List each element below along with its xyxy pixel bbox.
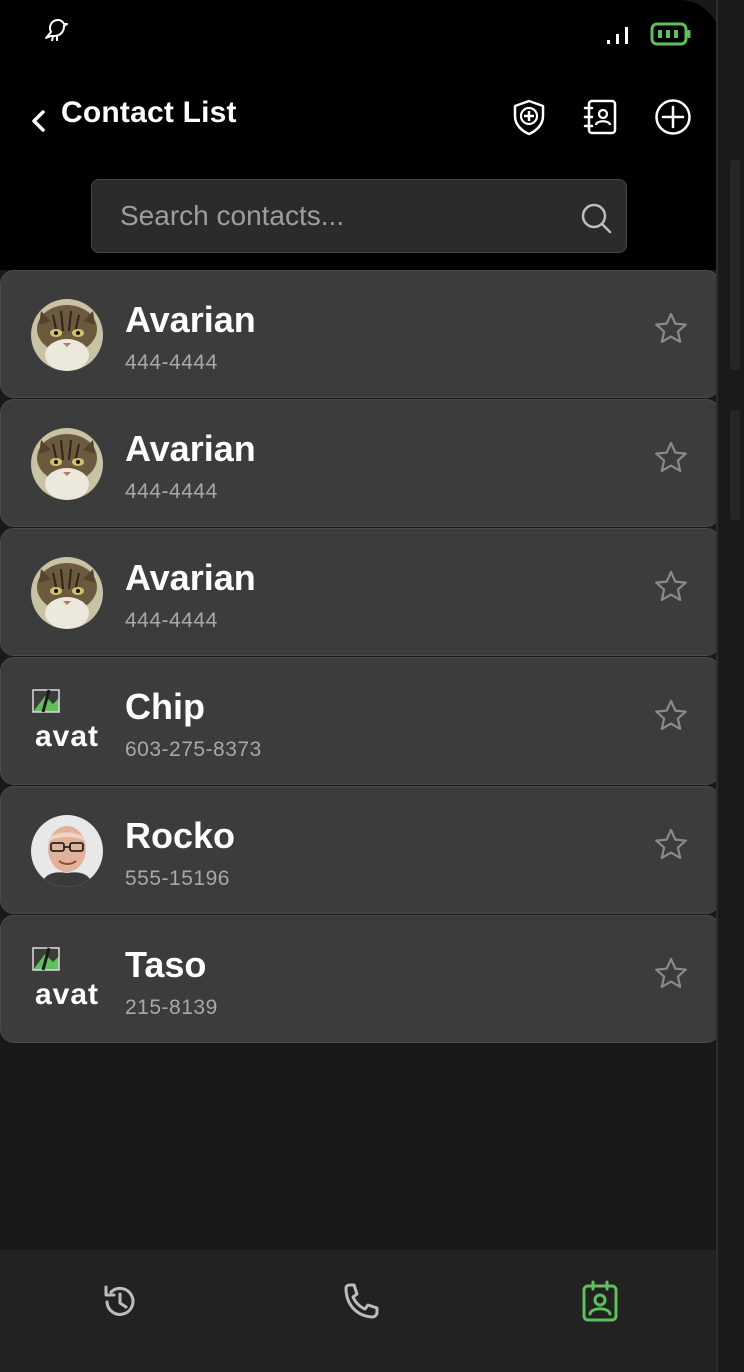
contact-phone: 444-4444 — [125, 351, 218, 374]
contact-row[interactable]: avat Chip 603-275-8373 — [0, 657, 720, 785]
volume-button — [730, 160, 740, 370]
favorite-star-icon[interactable] — [653, 827, 689, 868]
search-box[interactable] — [91, 179, 627, 253]
avatar — [31, 815, 103, 887]
phone-icon[interactable] — [338, 1280, 382, 1324]
contact-phone: 555-15196 — [125, 867, 230, 890]
contact-row[interactable]: Avarian 444-4444 — [0, 270, 720, 398]
contact-name: Taso — [125, 944, 207, 985]
history-icon[interactable] — [98, 1280, 142, 1324]
favorite-star-icon[interactable] — [653, 440, 689, 481]
search-icon[interactable] — [578, 200, 614, 236]
contact-name: Avarian — [125, 557, 256, 598]
contact-phone: 603-275-8373 — [125, 738, 262, 761]
contact-phone: 444-4444 — [125, 609, 218, 632]
avatar-alt-text: avat — [35, 720, 100, 753]
bird-icon — [45, 19, 68, 42]
contact-row[interactable]: Rocko 555-15196 — [0, 786, 720, 914]
avatar — [31, 299, 103, 371]
contact-phone: 215-8139 — [125, 996, 218, 1019]
contact-row[interactable]: Avarian 444-4444 — [0, 528, 720, 656]
battery-icon — [650, 22, 691, 46]
power-button — [730, 410, 740, 520]
contact-book-icon[interactable] — [581, 96, 621, 138]
contact-name: Avarian — [125, 299, 256, 340]
avatar-broken-image: avat — [31, 688, 105, 758]
add-circle-icon[interactable] — [653, 96, 693, 138]
phone-screen: Contact List Avarian 444-4444 — [0, 0, 720, 1372]
avatar-alt-text: avat — [35, 978, 100, 1011]
avatar — [31, 557, 103, 629]
search-input[interactable] — [120, 180, 560, 252]
contact-row[interactable]: Avarian 444-4444 — [0, 399, 720, 527]
shield-plus-icon[interactable] — [509, 96, 549, 138]
avatar — [31, 428, 103, 500]
back-chevron-icon[interactable] — [26, 104, 50, 136]
contact-name: Chip — [125, 686, 205, 727]
status-bar — [0, 0, 720, 56]
favorite-star-icon[interactable] — [653, 698, 689, 739]
avatar-broken-image: avat — [31, 946, 105, 1016]
page-title: Contact List — [61, 96, 237, 129]
favorite-star-icon[interactable] — [653, 569, 689, 610]
signal-icon — [607, 27, 628, 44]
bottom-nav — [0, 1250, 720, 1372]
contact-phone: 444-4444 — [125, 480, 218, 503]
contact-name: Rocko — [125, 815, 236, 856]
contact-list: Avarian 444-4444 Avarian 444-4444 Avaria… — [0, 269, 720, 1043]
contact-row[interactable]: avat Taso 215-8139 — [0, 915, 720, 1043]
favorite-star-icon[interactable] — [653, 311, 689, 352]
contact-name: Avarian — [125, 428, 256, 469]
favorite-star-icon[interactable] — [653, 956, 689, 997]
contacts-icon[interactable] — [578, 1280, 622, 1324]
